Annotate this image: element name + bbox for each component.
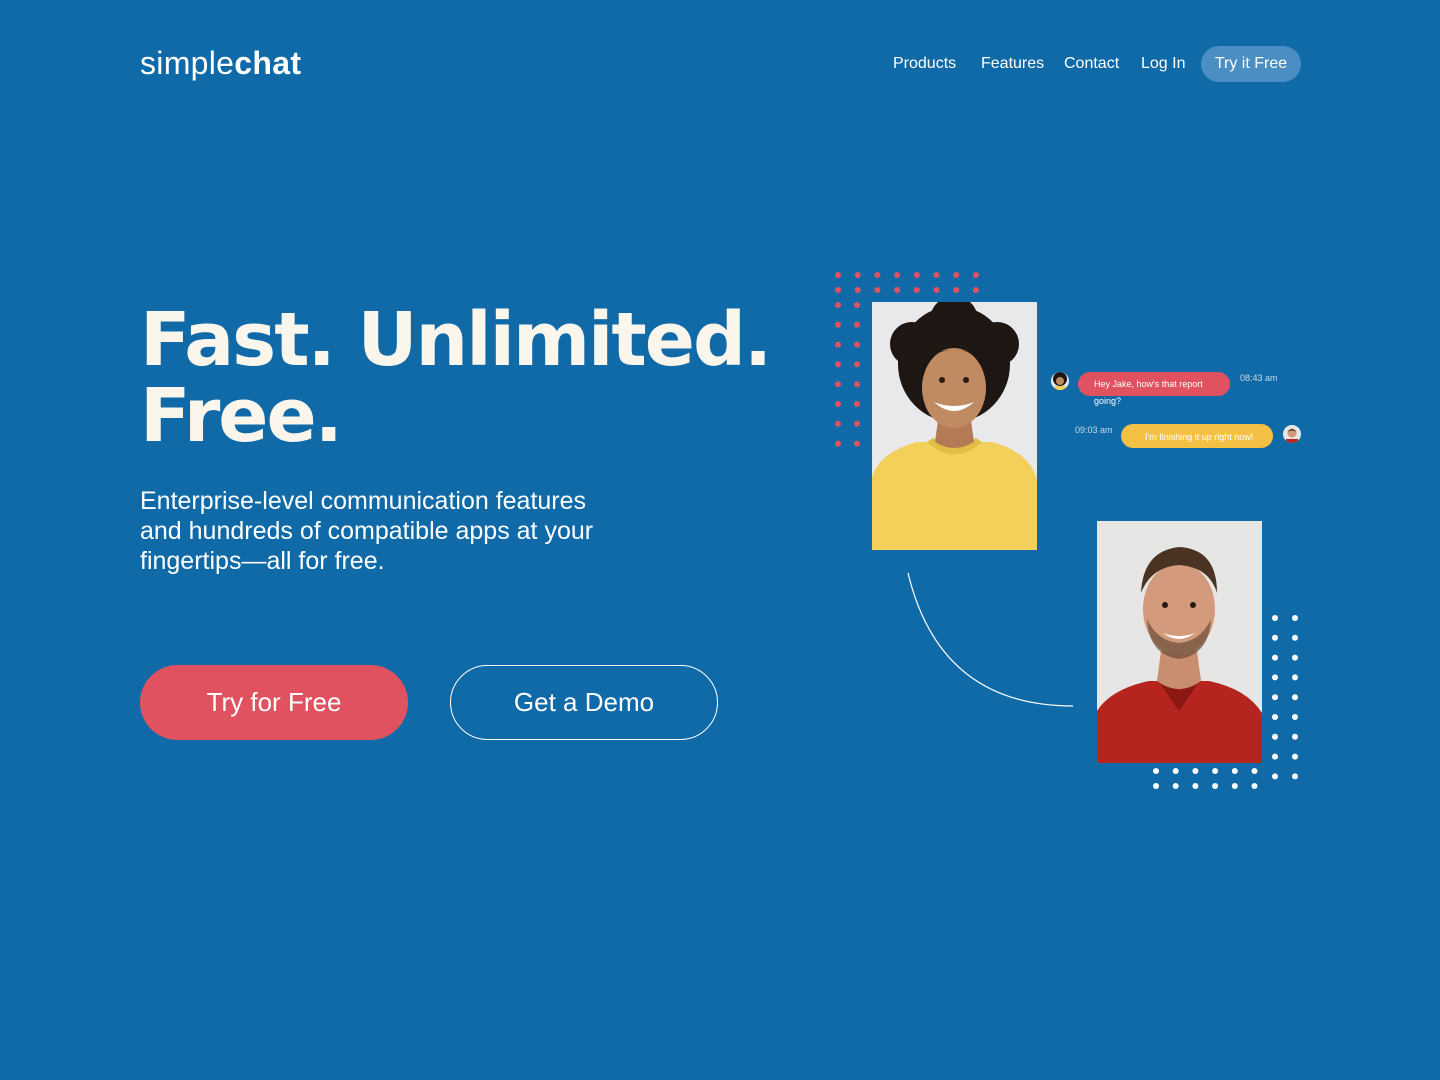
hero-headline-line1: Fast. Unlimited. [140, 297, 772, 383]
hero-headline-line2: Free. [140, 373, 343, 459]
white-dot [1272, 694, 1278, 701]
red-dot [933, 272, 940, 278]
man-photo [1097, 521, 1262, 763]
red-dot [972, 272, 979, 278]
red-dot [854, 381, 860, 388]
white-dot [1192, 768, 1199, 774]
white-dot [1292, 733, 1298, 740]
white-dot [1292, 615, 1298, 621]
red-dot [854, 272, 861, 278]
red-dot [894, 287, 901, 293]
woman-photo [872, 302, 1037, 550]
chat-message-incoming-overflow: going? [1094, 396, 1122, 406]
white-dot [1251, 783, 1258, 789]
red-dot [894, 272, 901, 278]
red-dot [874, 272, 881, 278]
try-for-free-button[interactable]: Try for Free [140, 665, 408, 740]
white-dot [1272, 634, 1278, 641]
red-dot [854, 321, 860, 328]
red-dot [835, 272, 841, 278]
chat-message-incoming-time: 08:43 am [1240, 373, 1278, 383]
white-dot [1272, 753, 1278, 760]
white-dot [1212, 768, 1219, 774]
red-dot [854, 302, 860, 308]
nav-link-features[interactable]: Features [981, 46, 1044, 82]
red-dot [972, 287, 979, 293]
white-dot [1192, 783, 1199, 789]
white-dot [1272, 654, 1278, 661]
red-dot [854, 440, 860, 447]
white-dot [1272, 674, 1278, 681]
white-dot [1292, 714, 1298, 720]
chat-message-outgoing: I'm finishing it up right now! [1121, 424, 1273, 448]
white-dot [1272, 733, 1278, 740]
white-dot [1292, 654, 1298, 661]
nav-link-login[interactable]: Log In [1141, 46, 1185, 82]
white-dot [1251, 768, 1258, 774]
white-dot [1212, 783, 1219, 789]
red-dot [835, 287, 841, 293]
red-dot [953, 287, 960, 293]
red-dot [874, 287, 881, 293]
nav-link-products[interactable]: Products [893, 46, 956, 82]
chat-message-incoming: Hey Jake, how's that report [1078, 372, 1230, 396]
red-dot [854, 341, 860, 348]
red-dot [913, 272, 920, 278]
white-dot [1292, 694, 1298, 701]
top-nav: Products Features Contact Log In Try it … [0, 46, 1440, 82]
white-dot [1292, 773, 1298, 780]
white-dot [1153, 768, 1159, 774]
white-dot [1272, 714, 1278, 720]
white-dot [1272, 615, 1278, 621]
nav-try-free-button[interactable]: Try it Free [1201, 46, 1301, 82]
red-dot [854, 287, 861, 293]
get-a-demo-button[interactable]: Get a Demo [450, 665, 718, 740]
connector-curve [907, 572, 1074, 707]
nav-link-contact[interactable]: Contact [1064, 46, 1119, 82]
chat-message-incoming-text: Hey Jake, how's that report [1094, 379, 1203, 389]
chat-message-outgoing-text: I'm finishing it up right now! [1145, 432, 1254, 442]
red-dot [854, 420, 860, 427]
red-dot [854, 361, 860, 368]
woman-avatar-icon [1051, 372, 1069, 390]
hero-headline: Fast. Unlimited. Free. [140, 302, 840, 454]
white-dot [1231, 783, 1238, 789]
chat-message-outgoing-time: 09:03 am [1075, 425, 1113, 435]
man-avatar-icon [1283, 425, 1301, 443]
white-dot [1172, 783, 1179, 789]
hero-subtext: Enterprise-level communication features … [140, 487, 594, 575]
white-dot [1231, 768, 1238, 774]
white-dot [1292, 674, 1298, 681]
red-dot [913, 287, 920, 293]
white-dot [1292, 634, 1298, 641]
white-dot [1272, 773, 1278, 780]
white-dot [1172, 768, 1179, 774]
red-dot [854, 401, 860, 407]
white-dot [1292, 753, 1298, 760]
red-dot [953, 272, 960, 278]
red-dot [933, 287, 940, 293]
white-dot [1153, 783, 1159, 789]
